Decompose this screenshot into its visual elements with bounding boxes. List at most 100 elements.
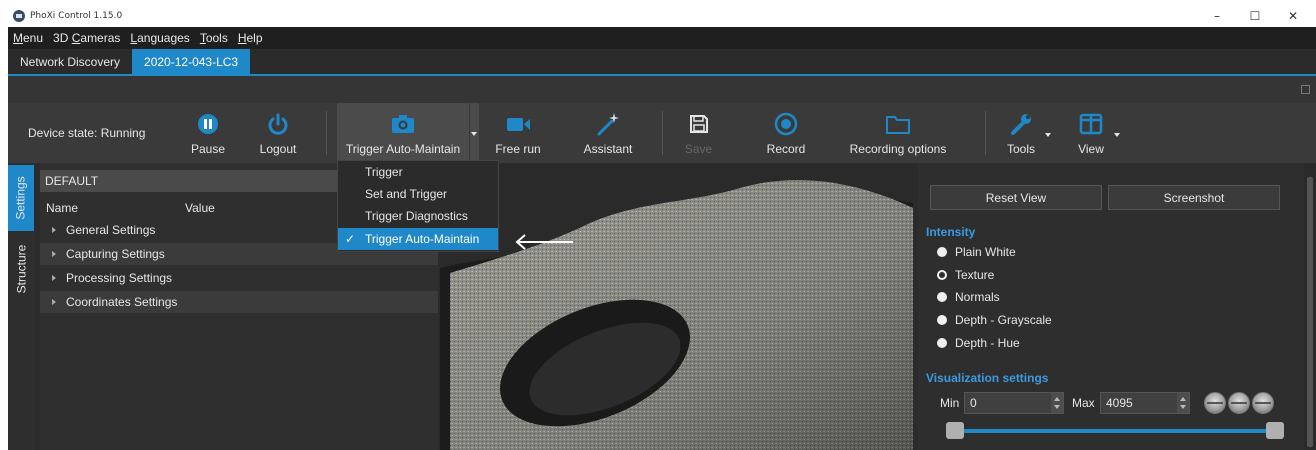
recording-options-label: Recording options: [849, 142, 947, 156]
intensity-option-depth-hue[interactable]: Depth - Hue: [937, 334, 1020, 352]
intensity-option-texture[interactable]: Texture: [937, 266, 994, 284]
tab-settings[interactable]: Settings: [8, 165, 34, 231]
lighting-sphere-icon[interactable]: [1204, 392, 1226, 414]
min-spinbox[interactable]: 0: [964, 392, 1064, 414]
range-slider-max-handle[interactable]: [1266, 422, 1284, 439]
menu-item-trigger-diagnostics[interactable]: Trigger Diagnostics: [338, 205, 498, 227]
range-slider-track[interactable]: [954, 429, 1274, 433]
lighting-sphere-icon[interactable]: [1228, 392, 1250, 414]
tools-label: Tools: [1006, 142, 1035, 156]
tab-device[interactable]: 2020-12-043-LC3: [132, 49, 251, 74]
settings-group-label: General Settings: [66, 223, 156, 237]
assistant-button[interactable]: Assistant: [578, 103, 638, 163]
point-cloud-render: [440, 163, 913, 450]
trigger-button[interactable]: Trigger Auto-Maintain: [337, 103, 469, 163]
chevron-down-icon: [471, 132, 477, 136]
vertical-scrollbar[interactable]: [1304, 163, 1316, 450]
radio-selected-icon: [937, 270, 947, 280]
visualization-settings-title: Visualization settings: [926, 371, 1049, 385]
trigger-mode-menu: Trigger Set and Trigger Trigger Diagnost…: [337, 160, 499, 252]
camera-icon: [390, 110, 416, 138]
view-button[interactable]: View: [1068, 103, 1114, 163]
minimize-button[interactable]: –: [1198, 5, 1236, 27]
power-icon: [266, 110, 290, 138]
intensity-option-plain-white[interactable]: Plain White: [937, 243, 1016, 261]
expand-arrow-icon: [52, 275, 56, 281]
recording-options-button[interactable]: Recording options: [843, 103, 953, 163]
wrench-icon: [1009, 110, 1033, 138]
tab-structure[interactable]: Structure: [8, 233, 34, 305]
menu-help[interactable]: Help: [238, 31, 263, 45]
sub-bar: [8, 76, 1316, 103]
lighting-sphere-icon[interactable]: [1252, 392, 1274, 414]
reset-view-button[interactable]: Reset View: [930, 185, 1102, 210]
intensity-option-depth-grayscale[interactable]: Depth - Grayscale: [937, 311, 1052, 329]
intensity-title: Intensity: [926, 225, 976, 239]
settings-group-label: Coordinates Settings: [66, 295, 178, 309]
checkmark-icon: ✓: [345, 232, 356, 246]
title-bar: PhoXi Control 1.15.0 – ☐ ✕: [8, 5, 1316, 27]
spin-arrows-icon[interactable]: [1177, 393, 1189, 413]
radio-icon: [937, 338, 947, 348]
range-slider-min-handle[interactable]: [946, 422, 964, 439]
menu-languages[interactable]: Languages: [130, 31, 189, 45]
point-cloud-viewport[interactable]: [440, 163, 913, 450]
device-state: Device state: Running: [28, 126, 146, 140]
settings-group-row[interactable]: Coordinates Settings: [40, 291, 438, 313]
chevron-down-icon: [1114, 133, 1120, 137]
menu-3d-cameras[interactable]: 3D Cameras: [53, 31, 120, 45]
tab-network-discovery[interactable]: Network Discovery: [8, 49, 132, 74]
pause-button[interactable]: Pause: [183, 103, 233, 163]
menu-item-set-and-trigger[interactable]: Set and Trigger: [338, 183, 498, 205]
maximize-button[interactable]: ☐: [1236, 5, 1274, 27]
radio-icon: [937, 247, 947, 257]
device-tab-bar: Network Discovery 2020-12-043-LC3: [8, 49, 1316, 74]
menu-tools[interactable]: Tools: [200, 31, 228, 45]
spin-arrows-icon[interactable]: [1051, 393, 1063, 413]
free-run-label: Free run: [495, 142, 541, 156]
save-icon: [688, 110, 710, 138]
logout-button[interactable]: Logout: [248, 103, 308, 163]
save-button[interactable]: Save: [676, 103, 721, 163]
expand-arrow-icon: [52, 251, 56, 257]
logout-label: Logout: [259, 142, 297, 156]
record-button[interactable]: Record: [756, 103, 816, 163]
free-run-button[interactable]: Free run: [488, 103, 548, 163]
app-logo-icon: [13, 10, 25, 22]
assistant-label: Assistant: [583, 142, 633, 156]
scrollbar-thumb[interactable]: [1307, 177, 1313, 447]
settings-group-row[interactable]: Processing Settings: [40, 267, 438, 289]
magic-wand-icon: [595, 110, 621, 138]
toolbar-separator: [662, 111, 663, 155]
menu-bar: Menu 3D Cameras Languages Tools Help: [8, 27, 1316, 49]
side-tab-strip: Settings Structure: [8, 163, 34, 450]
max-label: Max: [1072, 396, 1095, 410]
max-value: 4095: [1106, 396, 1133, 410]
pause-icon: [196, 110, 220, 138]
min-label: Min: [940, 396, 960, 410]
pause-label: Pause: [190, 142, 226, 156]
settings-group-label: Processing Settings: [66, 271, 173, 285]
toolbar-separator: [985, 111, 986, 155]
value-column-header: Value: [185, 201, 215, 215]
video-camera-icon: [505, 110, 531, 138]
left-arrow-icon: [515, 234, 573, 250]
folder-icon: [885, 110, 911, 138]
expand-arrow-icon: [52, 299, 56, 305]
expand-arrow-icon: [52, 227, 56, 233]
menu-item-trigger-auto-maintain[interactable]: ✓ Trigger Auto-Maintain: [338, 228, 498, 250]
layout-icon: [1079, 110, 1103, 138]
close-button[interactable]: ✕: [1274, 5, 1312, 27]
screenshot-button[interactable]: Screenshot: [1108, 185, 1280, 210]
chevron-down-icon: [1045, 133, 1051, 137]
intensity-option-normals[interactable]: Normals: [937, 288, 1000, 306]
max-spinbox[interactable]: 4095: [1100, 392, 1190, 414]
menu-item-trigger[interactable]: Trigger: [338, 161, 498, 183]
tools-button[interactable]: Tools: [998, 103, 1044, 163]
view-label: View: [1078, 142, 1104, 156]
trigger-label: Trigger Auto-Maintain: [345, 142, 461, 156]
save-label: Save: [684, 142, 713, 156]
menu-menu[interactable]: Menu: [13, 31, 43, 45]
restore-icon[interactable]: [1301, 85, 1310, 94]
view-settings-panel: Reset View Screenshot Intensity Plain Wh…: [918, 163, 1316, 450]
